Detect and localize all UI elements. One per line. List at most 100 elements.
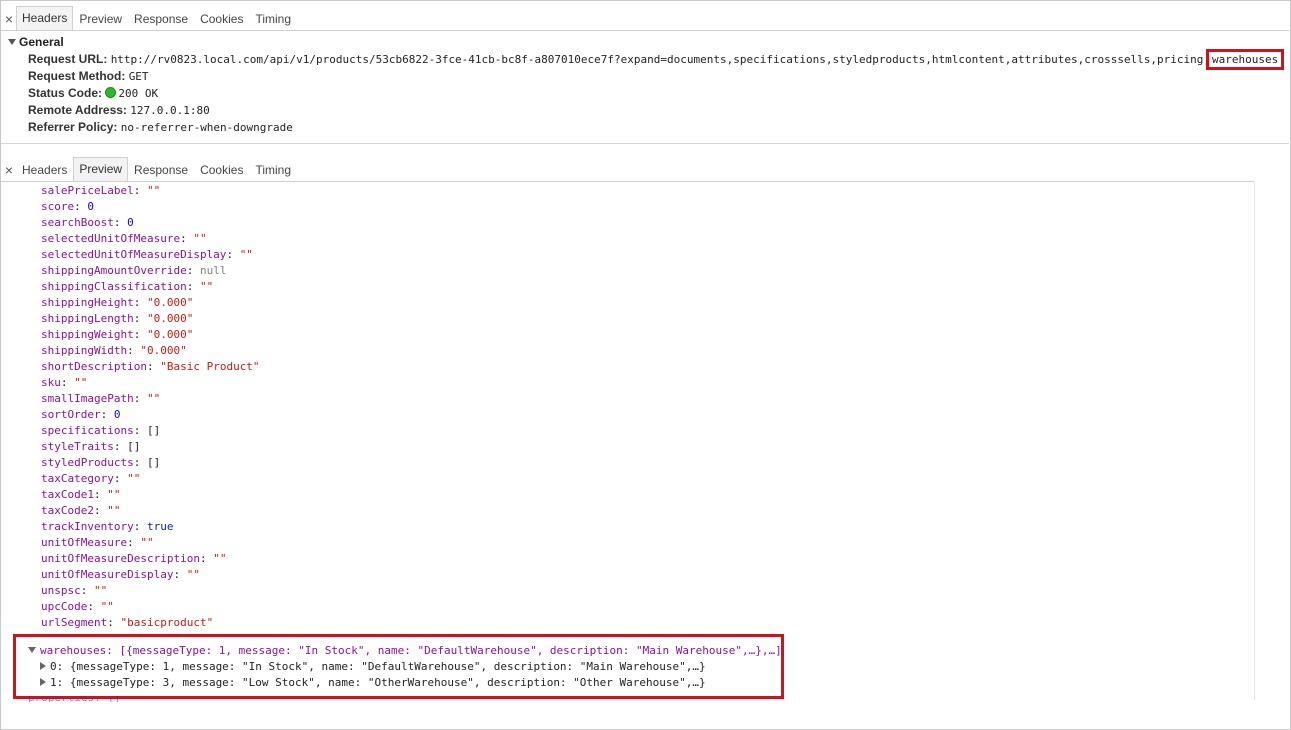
property-key: score [41, 200, 75, 213]
property-colon: : [113, 440, 128, 453]
property-row: smallImagePath: "" [1, 391, 1254, 407]
property-row: shortDescription: "Basic Product" [1, 359, 1254, 375]
property-value: "0.000" [140, 344, 187, 357]
expand-triangle-icon[interactable] [40, 678, 46, 686]
property-colon: : [133, 456, 147, 469]
close-icon[interactable]: × [2, 161, 16, 181]
property-colon: : [133, 296, 147, 309]
expand-triangle-icon [8, 39, 16, 45]
collapse-triangle-icon[interactable] [28, 647, 36, 653]
property-colon: : [133, 424, 147, 437]
highlighted-warehouses-param: warehouses [1206, 49, 1285, 70]
property-key: urlSegment [41, 616, 108, 629]
property-row: unspsc: "" [1, 583, 1254, 599]
warehouse-item-1[interactable]: 1: {messageType: 3, message: "Low Stock"… [16, 675, 781, 691]
property-value: 0 [113, 408, 121, 421]
close-icon[interactable]: × [2, 10, 16, 30]
expand-triangle-icon[interactable] [40, 662, 46, 670]
general-section: General Request URL: http://rv0823.local… [8, 34, 1285, 136]
property-value: null [199, 264, 227, 277]
property-value: "0.000" [146, 296, 194, 309]
property-row: shippingClassification: "" [1, 279, 1254, 295]
property-value: "" [186, 568, 200, 581]
property-colon: : [133, 328, 147, 341]
property-value: 0 [87, 200, 94, 213]
property-row: score: 0 [1, 199, 1254, 215]
property-value: true [146, 520, 174, 533]
tab-response[interactable]: Response [128, 158, 194, 181]
property-key: shippingAmountOverride [41, 264, 187, 277]
status-code-value: 200 OK [118, 87, 159, 100]
preview-pane: salePriceLabel: "" score: 0 searchBoost: 0… [1, 183, 1254, 699]
property-row: sortOrder: 0 [1, 407, 1254, 423]
property-row: taxCode2: "" [1, 503, 1254, 519]
property-row: urlSegment: "basicproduct" [1, 615, 1254, 631]
tab-headers[interactable]: Headers [16, 158, 73, 181]
tab-timing[interactable]: Timing [249, 7, 297, 30]
general-header[interactable]: General [8, 34, 1278, 51]
property-list: salePriceLabel: "" score: 0 searchBoost: 0… [1, 183, 1254, 631]
property-colon: : [133, 184, 147, 197]
property-colon: : [60, 376, 75, 389]
property-key: taxCategory [41, 472, 114, 485]
property-colon: : [180, 232, 194, 245]
scrollbar-track[interactable] [1254, 182, 1255, 700]
property-value: "" [100, 600, 114, 613]
status-code-row: Status Code: 200 OK [8, 85, 1278, 102]
preview-tab-bar: × Headers Preview Response Cookies Timin… [1, 157, 1254, 182]
property-row: unitOfMeasure: "" [1, 535, 1254, 551]
property-key: searchBoost [41, 216, 114, 229]
referrer-policy-label: Referrer Policy: [28, 120, 118, 134]
property-key: shippingHeight [41, 296, 134, 309]
property-key: sortOrder [41, 408, 101, 421]
property-key: smallImagePath [41, 392, 134, 405]
property-row: taxCategory: "" [1, 471, 1254, 487]
property-value: [] [146, 424, 161, 437]
property-row: styleTraits: [] [1, 439, 1254, 455]
property-value: "Basic Product" [160, 360, 260, 373]
property-value: "" [127, 472, 141, 485]
tab-cookies[interactable]: Cookies [194, 7, 249, 30]
partial-property-row: properties: {} [28, 697, 178, 702]
property-key: trackInventory [41, 520, 134, 533]
general-title: General [19, 35, 64, 49]
property-row: taxCode1: "" [1, 487, 1254, 503]
tab-response[interactable]: Response [128, 7, 194, 30]
property-key: shippingWeight [41, 328, 134, 341]
remote-address-label: Remote Address: [28, 103, 127, 117]
property-row: selectedUnitOfMeasure: "" [1, 231, 1254, 247]
property-colon: : [133, 312, 147, 325]
property-row: upcCode: "" [1, 599, 1254, 615]
property-colon: : [127, 344, 141, 357]
property-row: specifications: [] [1, 423, 1254, 439]
top-tab-bar: × Headers Preview Response Cookies Timin… [1, 6, 1289, 31]
property-colon: : [93, 488, 108, 501]
warehouse-item-0[interactable]: 0: {messageType: 1, message: "In Stock",… [16, 659, 781, 675]
property-row: styledProducts: [] [1, 455, 1254, 471]
referrer-policy-row: Referrer Policy: no-referrer-when-downgr… [8, 119, 1278, 136]
property-value: "" [146, 392, 161, 405]
property-key: unitOfMeasureDescription [41, 552, 200, 565]
tab-headers[interactable]: Headers [16, 6, 74, 30]
property-colon: : [146, 360, 161, 373]
property-key: shortDescription [41, 360, 147, 373]
property-value: "" [239, 248, 253, 261]
property-value: "" [94, 584, 108, 597]
property-value: "basicproduct" [120, 616, 214, 629]
property-colon: : [186, 280, 200, 293]
property-row: shippingHeight: "0.000" [1, 295, 1254, 311]
property-key: unitOfMeasureDisplay [41, 568, 174, 581]
property-key: specifications [41, 424, 134, 437]
property-row: shippingLength: "0.000" [1, 311, 1254, 327]
tab-cookies[interactable]: Cookies [194, 158, 249, 181]
tab-preview[interactable]: Preview [73, 157, 129, 181]
property-key: sku [41, 376, 61, 389]
property-colon: : [133, 520, 147, 533]
warehouses-row[interactable]: warehouses: [{messageType: 1, message: "… [16, 643, 782, 659]
tab-timing[interactable]: Timing [249, 158, 297, 181]
request-url-value: http://rv0823.local.com/api/v1/products/… [110, 53, 1211, 66]
property-row: shippingWidth: "0.000" [1, 343, 1254, 359]
property-row: searchBoost: 0 [1, 215, 1254, 231]
tab-preview[interactable]: Preview [73, 7, 128, 30]
property-colon: : [107, 616, 121, 629]
